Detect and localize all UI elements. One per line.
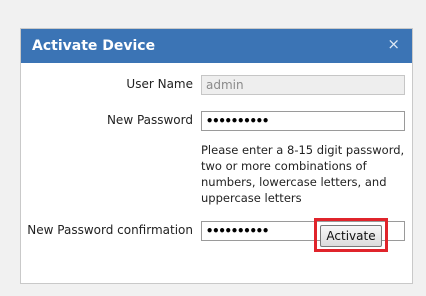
close-icon[interactable]: ×	[387, 37, 400, 52]
password-hint: Please enter a 8-15 digit password, two …	[201, 143, 405, 205]
confirm-password-label: New Password confirmation	[27, 223, 193, 237]
new-password-label: New Password	[106, 113, 193, 127]
user-name-field[interactable]	[201, 75, 405, 95]
activate-button[interactable]: Activate	[320, 225, 382, 247]
user-name-label: User Name	[126, 77, 193, 91]
dialog-title: Activate Device	[32, 38, 156, 54]
dialog-titlebar: Activate Device ×	[21, 29, 412, 63]
new-password-field[interactable]	[201, 111, 405, 131]
